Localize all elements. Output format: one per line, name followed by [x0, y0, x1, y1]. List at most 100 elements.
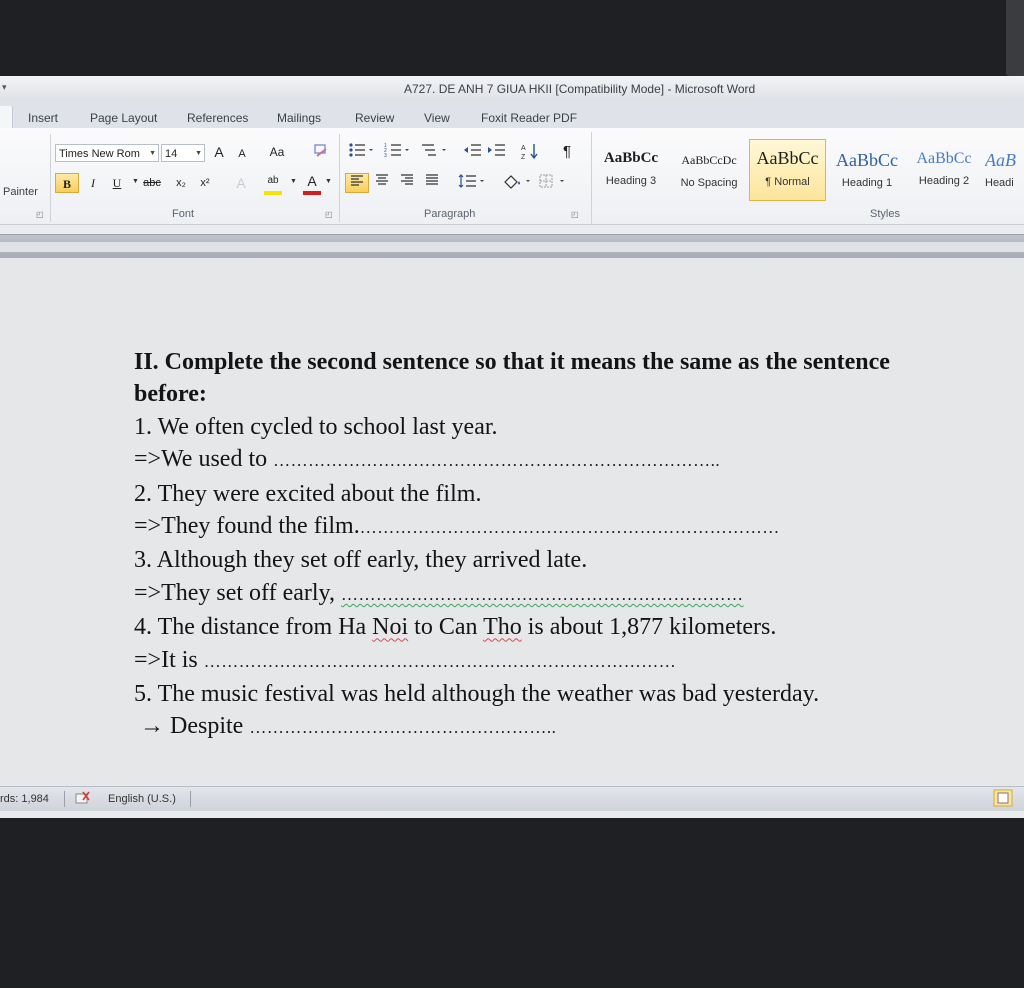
style-no-spacing[interactable]: AaBbCcDc No Spacing [672, 142, 746, 200]
chevron-down-icon[interactable]: ▼ [290, 178, 297, 185]
font-size-value: 14 [165, 148, 178, 160]
font-launcher-icon[interactable]: ◰ [325, 210, 333, 219]
format-painter-button[interactable]: Painter [3, 186, 38, 198]
align-center-icon[interactable] [373, 173, 391, 193]
tab-review[interactable]: Review [355, 111, 394, 125]
multilevel-list-icon[interactable] [420, 142, 448, 162]
answer-4: =>It is ……………………………………………………………………… [134, 644, 1024, 678]
style-name: ¶ Normal [765, 176, 810, 188]
clipboard-launcher-icon[interactable]: ◰ [36, 210, 44, 219]
justify-icon[interactable] [423, 173, 441, 193]
style-preview: AaB [985, 150, 1016, 170]
paragraph-group-label: Paragraph [424, 208, 476, 220]
svg-text:A: A [521, 145, 526, 152]
answer-blank[interactable]: …………………………………………………………… [341, 585, 744, 604]
answer-prefix: =>They found the film. [134, 513, 360, 540]
title-bar: ▾ A727. DE ANH 7 GIUA HKII [Compatibilit… [0, 76, 1024, 102]
answer-prefix: =>We used to [134, 446, 274, 473]
tab-insert[interactable]: Insert [28, 111, 58, 125]
home-tab-edge[interactable] [0, 106, 13, 130]
style-preview: AaBbCc [603, 150, 659, 166]
font-color-button[interactable]: A [303, 171, 321, 195]
borders-icon[interactable] [538, 173, 568, 193]
numbering-icon[interactable]: 123 [384, 142, 410, 162]
word-count[interactable]: rds: 1,984 [0, 793, 49, 805]
answer-blank[interactable]: ……………………………………………………………………… [204, 652, 677, 671]
align-right-icon[interactable] [398, 173, 416, 193]
proofing-icon[interactable] [74, 790, 92, 809]
italic-button[interactable]: I [84, 173, 102, 193]
answer-prefix: =>They set off early, [134, 579, 341, 606]
style-heading-2[interactable]: AaBbCc Heading 2 [907, 142, 981, 200]
answer-blank[interactable]: ………………………………………………………………….. [273, 451, 720, 470]
style-preview: AaBbCc [756, 148, 819, 168]
line-spacing-icon[interactable] [458, 173, 486, 193]
answer-prefix: → Despite [134, 713, 250, 740]
status-bar: rds: 1,984 English (U.S.) [0, 786, 1024, 811]
font-name-combo[interactable]: Times New Rom ▼ [55, 144, 159, 162]
superscript-button[interactable]: x² [196, 173, 214, 193]
question-1: 1. We often cycled to school last year. [134, 413, 498, 440]
window-frame-edge [1006, 0, 1024, 76]
chevron-down-icon: ▼ [149, 150, 156, 157]
text-effects-button[interactable]: A [232, 173, 250, 193]
style-preview: AaBbCc [916, 150, 972, 167]
status-separator [64, 791, 65, 807]
print-layout-view-icon[interactable] [993, 789, 1013, 810]
tab-references[interactable]: References [187, 111, 248, 125]
font-group-label: Font [172, 208, 195, 220]
underline-button[interactable]: U [108, 173, 126, 193]
group-separator [50, 134, 51, 222]
grow-font-button[interactable]: A [210, 142, 228, 162]
question-2: 2. They were excited about the film. [134, 480, 482, 507]
document-canvas[interactable]: II. Complete the second sentence so that… [0, 258, 1024, 786]
decrease-indent-icon[interactable] [463, 142, 483, 162]
bold-button[interactable]: B [55, 173, 79, 193]
answer-prefix: =>It is [134, 646, 204, 673]
question-text: is about 1,877 kilometers. [521, 614, 777, 641]
font-name-value: Times New Rom [59, 148, 140, 160]
tab-mailings[interactable]: Mailings [277, 111, 321, 125]
change-case-button[interactable]: Aa [268, 142, 286, 162]
document-body[interactable]: II. Complete the second sentence so that… [134, 346, 1024, 745]
status-separator [190, 791, 191, 807]
exercise-heading-cont: before: [134, 381, 207, 408]
style-name: Headi [985, 177, 1014, 189]
answer-blank[interactable]: …………………………………………….. [249, 718, 556, 737]
sort-icon[interactable]: AZ [521, 142, 541, 162]
question-4: 4. The distance from Ha Noi to Can Tho i… [134, 611, 1024, 643]
tab-page-layout[interactable]: Page Layout [90, 111, 157, 125]
clear-formatting-icon[interactable] [312, 142, 330, 162]
question-5: 5. The music festival was held although … [134, 681, 820, 708]
style-title[interactable]: AaB Headi [985, 142, 1024, 200]
tab-foxit-reader-pdf[interactable]: Foxit Reader PDF [481, 111, 577, 125]
chevron-down-icon[interactable]: ▼ [325, 178, 332, 185]
subscript-button[interactable]: x₂ [172, 173, 190, 193]
style-name: Heading 1 [841, 177, 893, 189]
language-indicator[interactable]: English (U.S.) [108, 793, 176, 805]
highlight-button[interactable]: ab [264, 171, 282, 195]
misspelled-word: Tho [483, 614, 522, 641]
quick-access-dropdown-icon[interactable]: ▾ [2, 82, 7, 93]
paragraph-launcher-icon[interactable]: ◰ [571, 210, 579, 219]
chevron-down-icon[interactable]: ▼ [132, 178, 139, 185]
shrink-font-button[interactable]: A [233, 144, 251, 164]
font-size-combo[interactable]: 14 ▼ [161, 144, 205, 162]
style-normal[interactable]: AaBbCc ¶ Normal [749, 139, 826, 201]
strikethrough-button[interactable]: abc [143, 173, 161, 193]
increase-indent-icon[interactable] [487, 142, 507, 162]
style-preview: AaBbCcDc [681, 153, 737, 167]
horizontal-ruler[interactable] [0, 242, 1024, 252]
answer-1: =>We used to ………………………………………………………………….. [134, 443, 1024, 477]
chevron-down-icon: ▼ [195, 150, 202, 157]
answer-blank[interactable]: ……………………………………………………………… [360, 518, 780, 537]
answer-3: =>They set off early, ………………………………………………… [134, 577, 1024, 611]
tab-view[interactable]: View [424, 111, 450, 125]
align-left-icon[interactable] [345, 173, 369, 193]
style-heading-3[interactable]: AaBbCc Heading 3 [594, 142, 668, 200]
bullets-icon[interactable] [348, 142, 374, 162]
style-heading-1[interactable]: AaBbCc Heading 1 [830, 142, 904, 200]
show-formatting-button[interactable]: ¶ [558, 142, 576, 162]
answer-5: → Despite …………………………………………….. [134, 710, 1024, 744]
shading-icon[interactable] [501, 173, 533, 193]
